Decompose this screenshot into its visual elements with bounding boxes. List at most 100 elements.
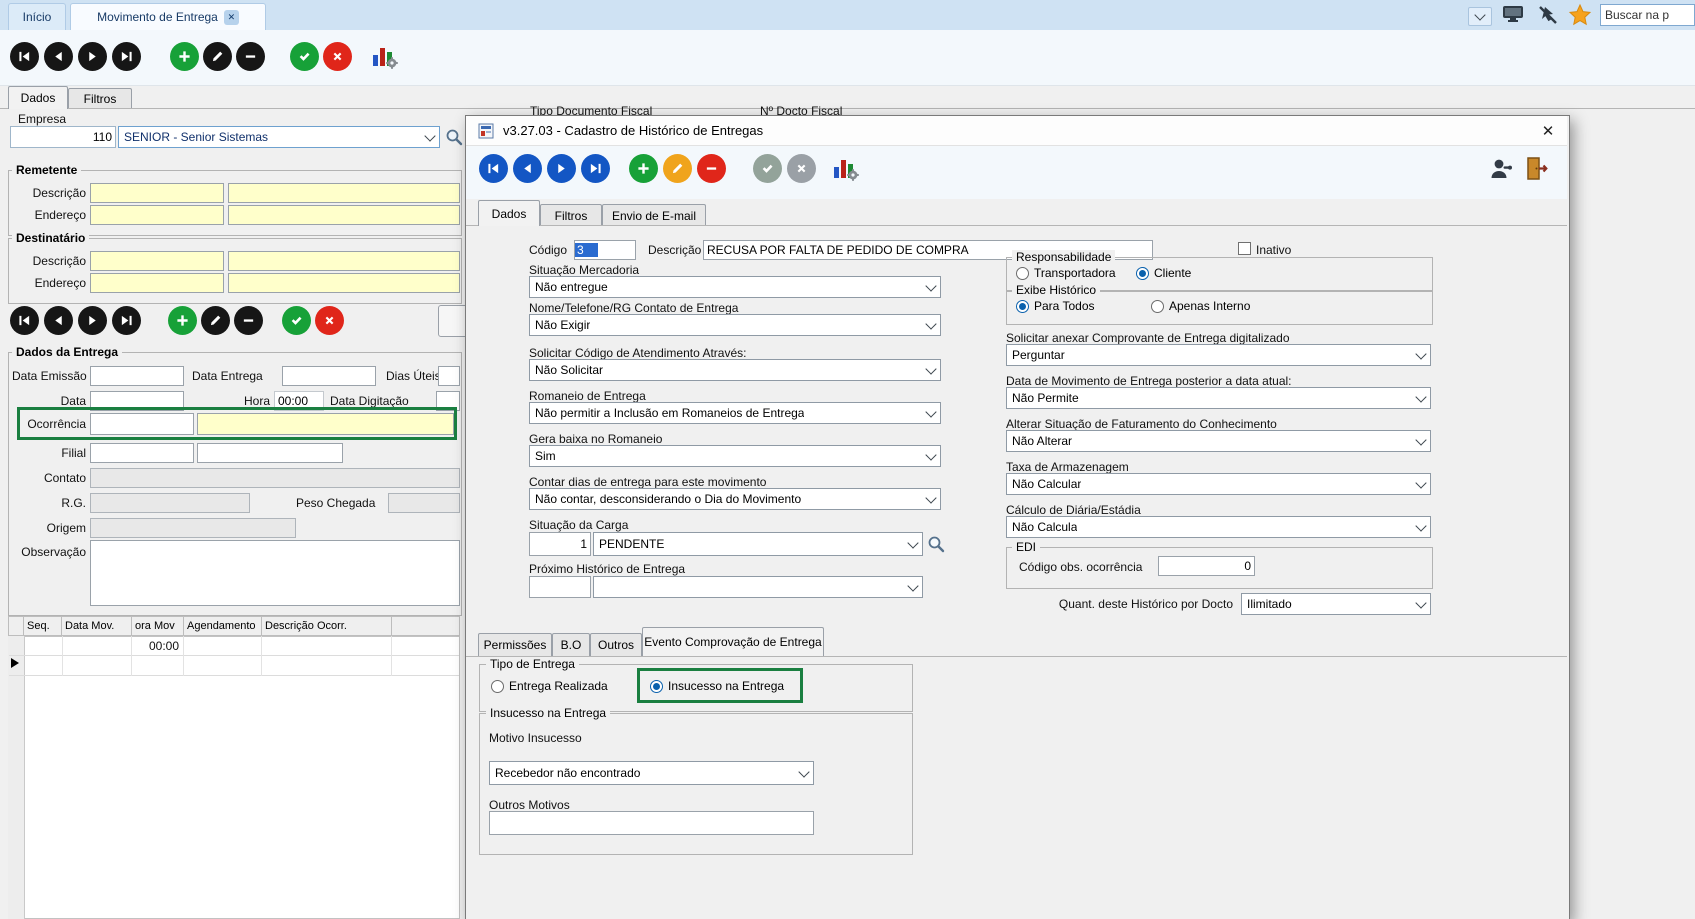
- dlg-tab-filtros[interactable]: Filtros: [540, 204, 602, 226]
- main-tab-dados[interactable]: Dados: [8, 86, 68, 109]
- grid-body[interactable]: [8, 636, 460, 919]
- delete-button[interactable]: [236, 42, 265, 71]
- calculo-diaria-dropdown[interactable]: Não Calcula: [1006, 516, 1431, 538]
- entrega-edit-button[interactable]: [201, 306, 230, 335]
- grid-col-descricao[interactable]: Descrição Ocorr.: [261, 616, 392, 636]
- cod-atendimento-dropdown[interactable]: Não Solicitar: [529, 359, 941, 381]
- radio-insucesso-entrega[interactable]: Insucesso na Entrega: [650, 679, 784, 693]
- remetente-endereco-field[interactable]: [228, 205, 460, 225]
- radio-apenas-interno[interactable]: Apenas Interno: [1151, 299, 1250, 313]
- dlg-tab-permissoes[interactable]: Permissões: [478, 633, 552, 656]
- empresa-code-field[interactable]: 110: [10, 126, 116, 148]
- dlg-tab-dados[interactable]: Dados: [478, 200, 540, 226]
- data-posterior-dropdown[interactable]: Não Permite: [1006, 387, 1431, 409]
- situacao-carga-code-field[interactable]: 1: [529, 532, 591, 556]
- data-field[interactable]: [90, 391, 184, 411]
- user-permissions-icon[interactable]: [1489, 157, 1513, 181]
- entrega-add-button[interactable]: [168, 306, 197, 335]
- monitor-icon[interactable]: [1502, 5, 1524, 25]
- inativo-checkbox[interactable]: [1238, 242, 1251, 255]
- radio-entrega-realizada[interactable]: Entrega Realizada: [491, 679, 608, 693]
- data-emissao-field[interactable]: [90, 366, 184, 386]
- remetente-descricao-field[interactable]: [228, 183, 460, 203]
- chart-settings-icon[interactable]: [370, 42, 398, 70]
- destinatario-endereco-code-field[interactable]: [90, 273, 224, 293]
- cancel-button[interactable]: [323, 42, 352, 71]
- grid-col-agendamento[interactable]: Agendamento: [183, 616, 262, 636]
- tab-inicio[interactable]: Início: [8, 3, 66, 30]
- tab-close-icon[interactable]: ✕: [224, 10, 239, 25]
- dlg-add-button[interactable]: [629, 154, 658, 183]
- partial-button[interactable]: [438, 305, 466, 337]
- nav-first-button[interactable]: [10, 42, 39, 71]
- grid-col-seq[interactable]: Seq.: [23, 616, 62, 636]
- add-button[interactable]: [170, 42, 199, 71]
- dias-uteis-field[interactable]: [438, 366, 460, 386]
- dlg-edit-button[interactable]: [663, 154, 692, 183]
- tab-movimento-entrega[interactable]: Movimento de Entrega ✕: [70, 3, 266, 30]
- search-input[interactable]: [1600, 4, 1695, 26]
- favorite-star-icon[interactable]: [1568, 3, 1592, 27]
- dialog-title-bar[interactable]: v3.27.03 - Cadastro de Histórico de Entr…: [466, 116, 1567, 146]
- dlg-nav-prev-button[interactable]: [513, 154, 542, 183]
- dlg-tab-evento[interactable]: Evento Comprovação de Entrega: [642, 627, 824, 656]
- entrega-nav-next-button[interactable]: [78, 306, 107, 335]
- contar-dias-dropdown[interactable]: Não contar, desconsiderando o Dia do Mov…: [529, 488, 941, 510]
- entrega-nav-last-button[interactable]: [112, 306, 141, 335]
- disable-cursor-icon[interactable]: [1537, 4, 1559, 26]
- grid-row1-hora[interactable]: 00:00: [131, 639, 179, 653]
- empresa-search-icon[interactable]: [445, 128, 463, 146]
- dialog-close-button[interactable]: ✕: [1535, 120, 1561, 142]
- ocorrencia-desc-field[interactable]: [197, 413, 454, 435]
- dlg-delete-button[interactable]: [697, 154, 726, 183]
- edi-codigo-field[interactable]: 0: [1158, 556, 1255, 576]
- situacao-mercadoria-dropdown[interactable]: Não entregue: [529, 276, 941, 298]
- chart-settings-icon[interactable]: [831, 154, 859, 182]
- main-tab-filtros[interactable]: Filtros: [68, 88, 132, 109]
- outros-motivos-field[interactable]: [489, 811, 814, 835]
- destinatario-descricao-code-field[interactable]: [90, 251, 224, 271]
- dlg-tab-email[interactable]: Envio de E-mail: [602, 204, 706, 226]
- filial-desc-field[interactable]: [197, 443, 343, 463]
- entrega-delete-button[interactable]: [234, 306, 263, 335]
- empresa-dropdown[interactable]: SENIOR - Senior Sistemas: [118, 126, 440, 148]
- radio-cliente[interactable]: Cliente: [1136, 266, 1191, 280]
- tabbar-menu-button[interactable]: [1468, 7, 1492, 26]
- taxa-armazenagem-dropdown[interactable]: Não Calcular: [1006, 473, 1431, 495]
- radio-transportadora[interactable]: Transportadora: [1016, 266, 1116, 280]
- entrega-confirm-button[interactable]: [282, 306, 311, 335]
- edit-button[interactable]: [203, 42, 232, 71]
- data-entrega-field[interactable]: [282, 366, 376, 386]
- contato-entrega-dropdown[interactable]: Não Exigir: [529, 314, 941, 336]
- gera-baixa-dropdown[interactable]: Sim: [529, 445, 941, 467]
- entrega-nav-first-button[interactable]: [10, 306, 39, 335]
- filial-code-field[interactable]: [90, 443, 194, 463]
- nav-next-button[interactable]: [78, 42, 107, 71]
- confirm-button[interactable]: [290, 42, 319, 71]
- dlg-cancel-button[interactable]: [787, 154, 816, 183]
- radio-para-todos[interactable]: Para Todos: [1016, 299, 1095, 313]
- dlg-nav-last-button[interactable]: [581, 154, 610, 183]
- grid-col-horamov[interactable]: ora Mov: [131, 616, 184, 636]
- situacao-carga-combo[interactable]: PENDENTE: [593, 532, 923, 556]
- remetente-endereco-code-field[interactable]: [90, 205, 224, 225]
- ocorrencia-code-field[interactable]: [90, 413, 194, 435]
- alterar-situacao-dropdown[interactable]: Não Alterar: [1006, 430, 1431, 452]
- proximo-historico-code-field[interactable]: [529, 576, 591, 598]
- destinatario-endereco-field[interactable]: [228, 273, 460, 293]
- exit-door-icon[interactable]: [1526, 156, 1548, 181]
- destinatario-descricao-field[interactable]: [228, 251, 460, 271]
- dlg-nav-first-button[interactable]: [479, 154, 508, 183]
- codigo-field[interactable]: 3: [574, 240, 636, 260]
- nav-prev-button[interactable]: [44, 42, 73, 71]
- remetente-descricao-code-field[interactable]: [90, 183, 224, 203]
- dlg-confirm-button[interactable]: [753, 154, 782, 183]
- data-digitacao-field[interactable]: [436, 391, 460, 411]
- entrega-nav-prev-button[interactable]: [44, 306, 73, 335]
- dlg-tab-bo[interactable]: B.O: [552, 633, 590, 656]
- entrega-cancel-button[interactable]: [315, 306, 344, 335]
- motivo-insucesso-dropdown[interactable]: Recebedor não encontrado: [489, 761, 814, 785]
- quant-historico-dropdown[interactable]: Ilimitado: [1241, 593, 1431, 615]
- situacao-carga-search-icon[interactable]: [927, 535, 945, 553]
- grid-col-datamov[interactable]: Data Mov.: [61, 616, 132, 636]
